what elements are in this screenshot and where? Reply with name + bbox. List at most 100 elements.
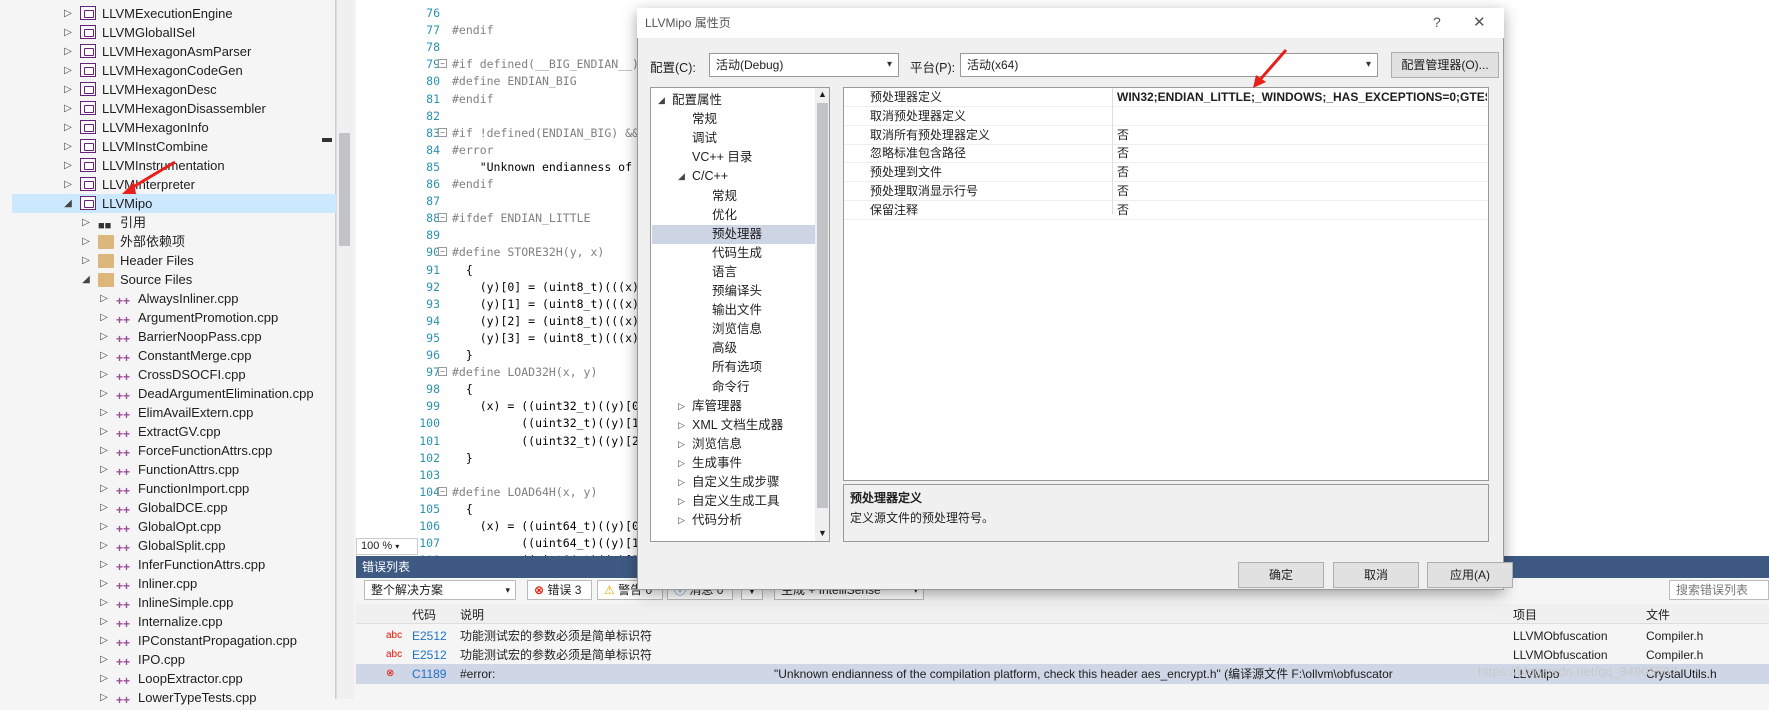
tree-item[interactable]: ▷ LLVMHexagonDisassembler (64, 99, 266, 118)
property-tree-item[interactable]: ▷ 生成事件 (678, 454, 742, 473)
tree-item[interactable]: ▷ ++ ForceFunctionAttrs.cpp (100, 441, 272, 460)
error-code[interactable]: C1189 (412, 664, 446, 684)
error-row[interactable]: abc E2512 功能测试宏的参数必须是简单标识符 LLVMObfuscation C… (356, 626, 1769, 646)
expand-icon[interactable]: ▷ (98, 650, 110, 669)
column-description[interactable]: 说明 (460, 606, 484, 623)
expand-icon[interactable]: ▷ (62, 61, 74, 80)
property-row[interactable]: 取消预处理器定义 (844, 107, 1488, 126)
tree-item[interactable]: ▷ LLVMHexagonInfo (64, 118, 209, 137)
property-tree-item[interactable]: 预编译头 (712, 282, 762, 301)
property-tree-item[interactable]: ▷ 自定义生成步骤 (678, 473, 780, 492)
solution-explorer-scrollbar[interactable] (336, 0, 354, 699)
cancel-button[interactable]: 取消 (1333, 562, 1419, 588)
tree-item[interactable]: ▷ ++ AlwaysInliner.cpp (100, 289, 238, 308)
tree-item[interactable]: ▷ LLVMHexagonAsmParser (64, 42, 251, 61)
expand-icon[interactable]: ▷ (98, 346, 110, 365)
expand-icon[interactable]: ▷ (98, 593, 110, 612)
tree-item[interactable]: ▷ ++ FunctionAttrs.cpp (100, 460, 239, 479)
expand-icon[interactable]: ▷ (678, 397, 685, 416)
error-code[interactable]: E2512 (412, 645, 447, 665)
expand-icon[interactable]: ▷ (98, 384, 110, 403)
collapse-icon[interactable]: ◢ (62, 194, 74, 213)
expand-icon[interactable]: ▷ (62, 156, 74, 175)
scroll-up-icon[interactable]: ▲ (818, 89, 827, 99)
expand-icon[interactable]: ▷ (678, 511, 685, 530)
config-manager-button[interactable]: 配置管理器(O)... (1391, 52, 1499, 78)
scrollbar-thumb[interactable] (339, 133, 350, 246)
tree-item[interactable]: ▷ LLVMInterpreter (64, 175, 195, 194)
expand-icon[interactable]: ▷ (62, 42, 74, 61)
property-row[interactable]: 预处理取消显示行号 否 (844, 182, 1488, 201)
tree-item[interactable]: ▷ LLVMHexagonCodeGen (64, 61, 243, 80)
expand-icon[interactable]: ▷ (98, 555, 110, 574)
tree-item[interactable]: ▷ ++ LowerTypeTests.cpp (100, 688, 256, 707)
code-line[interactable]: #define STORE32H(y, x) (452, 243, 604, 262)
property-tree-item[interactable]: ▷ 代码分析 (678, 511, 742, 530)
tree-item[interactable]: ▷ ++ GlobalSplit.cpp (100, 536, 225, 555)
expand-icon[interactable]: ▷ (98, 536, 110, 555)
expand-icon[interactable]: ▷ (678, 416, 685, 435)
tree-item[interactable]: ◢ Source Files (82, 270, 192, 289)
apply-button[interactable]: 应用(A) (1427, 562, 1513, 588)
property-tree-item[interactable]: 优化 (712, 206, 737, 225)
expand-icon[interactable]: ▷ (98, 422, 110, 441)
property-tree-item[interactable]: 命令行 (712, 378, 750, 397)
tree-item[interactable]: ▷ ++ InlineSimple.cpp (100, 593, 233, 612)
collapse-icon[interactable]: ◢ (658, 91, 665, 110)
tree-scroll-thumb[interactable] (817, 103, 828, 508)
expand-icon[interactable]: ▷ (80, 232, 92, 251)
tree-item[interactable]: ▷ ++ Internalize.cpp (100, 612, 222, 631)
expand-icon[interactable]: ▷ (98, 403, 110, 422)
tree-item[interactable]: ▷ ++ GlobalDCE.cpp (100, 498, 227, 517)
tree-item[interactable]: ▷ ++ GlobalOpt.cpp (100, 517, 221, 536)
property-value[interactable]: WIN32;ENDIAN_LITTLE;_WINDOWS;_HAS_EXCEPT… (1117, 88, 1487, 107)
tree-item[interactable]: ▷ ++ Inliner.cpp (100, 574, 197, 593)
expand-icon[interactable]: ▷ (678, 492, 685, 511)
expand-icon[interactable]: ▷ (678, 473, 685, 492)
property-tree-item[interactable]: ◢ 配置属性 (658, 91, 722, 110)
tree-item[interactable]: ▷ 外部依赖项 (82, 232, 185, 251)
tree-item[interactable]: ▷ LLVMInstrumentation (64, 156, 225, 175)
tree-item[interactable]: ▷ ++ ArgumentPromotion.cpp (100, 308, 278, 327)
property-value[interactable]: 否 (1117, 126, 1487, 145)
tree-item[interactable]: ▷ ++ CrossDSOCFI.cpp (100, 365, 246, 384)
error-search-input[interactable]: 搜索错误列表 (1669, 580, 1769, 600)
property-tree-item[interactable]: 常规 (712, 187, 737, 206)
property-row[interactable]: 预处理器定义 WIN32;ENDIAN_LITTLE;_WINDOWS;_HAS_… (844, 88, 1488, 107)
property-tree-item[interactable]: ▷ XML 文档生成器 (678, 416, 783, 435)
expand-icon[interactable]: ▷ (98, 308, 110, 327)
expand-icon[interactable]: ▷ (98, 365, 110, 384)
help-button[interactable]: ? (1433, 14, 1441, 30)
tree-item[interactable]: ▷ ++ InferFunctionAttrs.cpp (100, 555, 265, 574)
code-line[interactable]: #endif (452, 175, 494, 194)
tree-item[interactable]: ▷ ++ BarrierNoopPass.cpp (100, 327, 261, 346)
expand-icon[interactable]: ▷ (98, 479, 110, 498)
code-line[interactable]: #define LOAD32H(x, y) (452, 363, 597, 382)
expand-icon[interactable]: ▷ (678, 454, 685, 473)
tree-item[interactable]: ▷ LLVMExecutionEngine (64, 4, 233, 23)
property-tree-item[interactable]: 高级 (712, 339, 737, 358)
column-file[interactable]: 文件 (1646, 606, 1670, 623)
property-value[interactable]: 否 (1117, 163, 1487, 182)
property-value[interactable]: 否 (1117, 144, 1487, 163)
tree-item[interactable]: ▷ LLVMHexagonDesc (64, 80, 217, 99)
expand-icon[interactable]: ▷ (98, 289, 110, 308)
tree-item[interactable]: ▷ ++ FunctionImport.cpp (100, 479, 249, 498)
property-tree-item[interactable]: 代码生成 (712, 244, 762, 263)
property-tree-item[interactable]: 预处理器 (652, 224, 815, 244)
property-tree-item[interactable]: 浏览信息 (712, 320, 762, 339)
expand-icon[interactable]: ▷ (62, 137, 74, 156)
platform-dropdown[interactable]: 活动(x64) ▾ (960, 53, 1378, 77)
tree-item[interactable]: ▷ ++ DeadArgumentElimination.cpp (100, 384, 313, 403)
fold-toggle-icon[interactable]: − (438, 213, 447, 223)
code-line[interactable]: #endif (452, 90, 494, 109)
column-project[interactable]: 项目 (1513, 606, 1537, 623)
expand-icon[interactable]: ▷ (98, 631, 110, 650)
errors-filter-button[interactable]: ⊗ 错误 3 (527, 580, 592, 600)
code-line[interactable]: } (452, 449, 473, 468)
property-tree-item[interactable]: ▷ 浏览信息 (678, 435, 742, 454)
property-tree-item[interactable]: 所有选项 (712, 358, 762, 377)
zoom-select[interactable]: 100 % ▾ (356, 538, 418, 555)
collapse-icon[interactable]: ◢ (678, 167, 685, 186)
tree-item[interactable]: ▷ ■■ 引用 (82, 213, 146, 232)
